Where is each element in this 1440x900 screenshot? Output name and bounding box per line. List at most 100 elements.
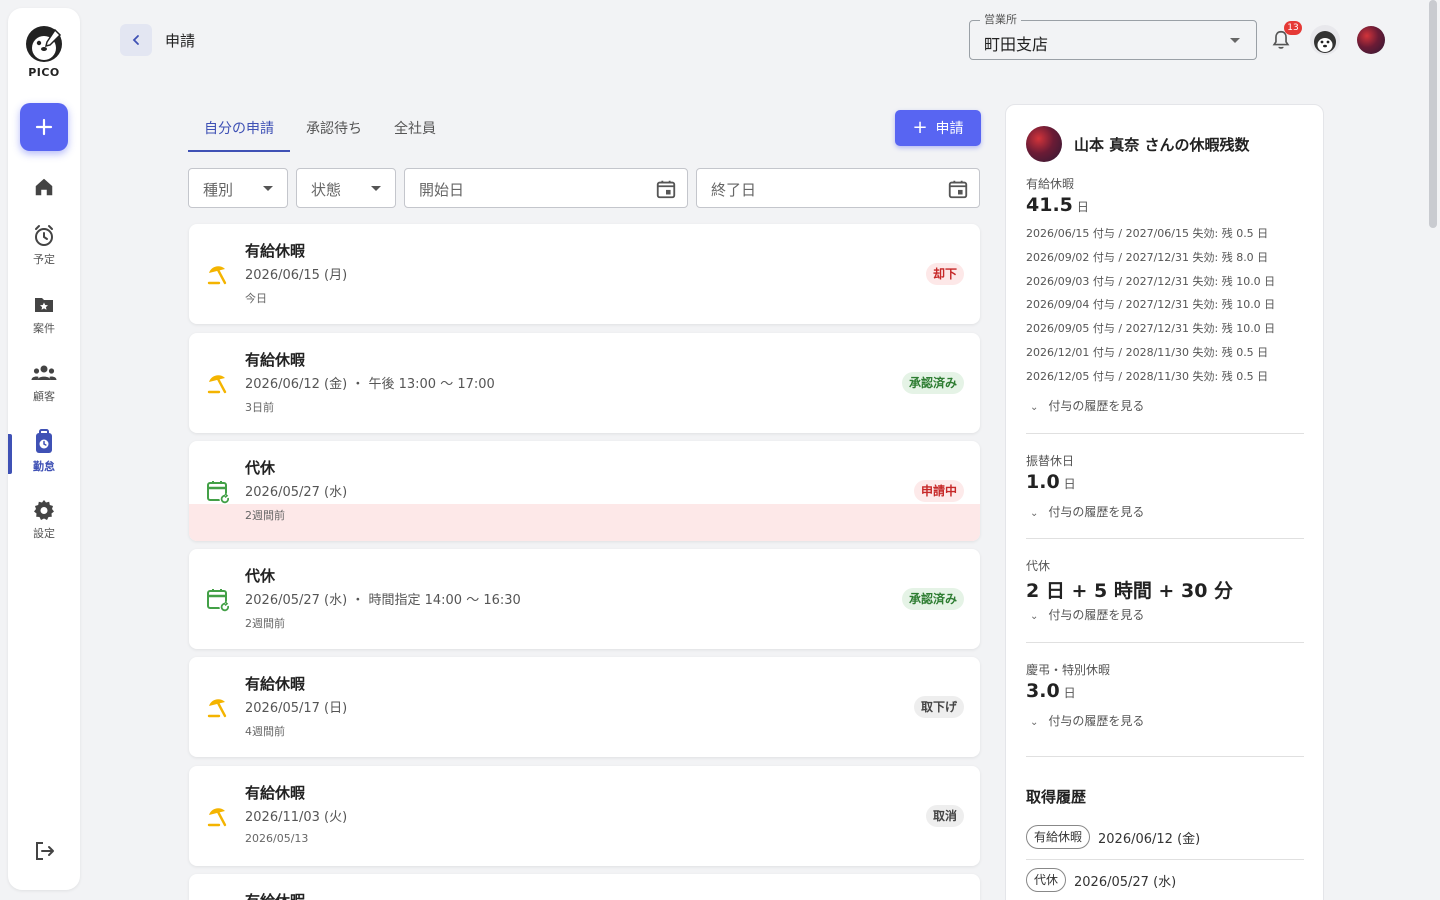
chevron-down-icon: ⌄ xyxy=(1030,611,1039,622)
request-relative-time: 4週間前 xyxy=(245,725,285,738)
page-scrollbar[interactable] xyxy=(1426,0,1440,900)
sidebar-item-schedule[interactable]: 予定 xyxy=(8,224,80,267)
request-card[interactable]: 有給休暇 2026/11/03 (火) 2026/05/13 取消 xyxy=(189,766,980,866)
request-date: 2026/11/03 (火) xyxy=(245,810,348,825)
calendar-icon[interactable] xyxy=(947,178,969,200)
caret-down-icon xyxy=(1230,38,1240,43)
sidebar-item-customers[interactable]: 顧客 xyxy=(8,361,80,404)
request-card[interactable]: 有給休暇 2026/06/15 (月) 今日 却下 xyxy=(189,224,980,324)
acquisition-row[interactable]: 有給休暇 2026/06/12 (金) xyxy=(1026,825,1200,849)
calendar-icon[interactable] xyxy=(655,178,677,200)
substitute-grant-history-link[interactable]: ⌄ 付与の履歴を見る xyxy=(1030,503,1144,520)
sidebar-item-attendance[interactable]: 勤怠 xyxy=(8,429,80,474)
comp-leave-value: 2 日 + 5 時間 + 30 分 xyxy=(1026,580,1234,602)
request-relative-time: 3日前 xyxy=(245,401,274,414)
substitute-holiday-value: 1.0 日 xyxy=(1026,471,1076,493)
request-type: 有給休暇 xyxy=(245,351,306,369)
comp-grant-history-link[interactable]: ⌄ 付与の履歴を見る xyxy=(1030,606,1144,623)
request-date: 2026/05/27 (水) xyxy=(245,485,348,500)
app-logo[interactable]: PICO xyxy=(8,24,80,79)
divider xyxy=(1026,433,1304,434)
employee-avatar xyxy=(1026,126,1062,162)
sidebar-item-label: 予定 xyxy=(33,253,55,266)
office-select-label: 営業所 xyxy=(980,13,1021,27)
caret-down-icon xyxy=(263,186,273,191)
grant-line: 2026/09/05 付与 / 2027/12/31 失効: 残 10.0 日 xyxy=(1026,322,1276,335)
add-button[interactable] xyxy=(20,103,68,151)
office-select-value: 町田支店 xyxy=(984,35,1049,54)
request-card[interactable]: 有給休暇 2026/06/12 (金) ・ 午後 13:00 〜 17:00 3… xyxy=(189,333,980,433)
beach-umbrella-icon xyxy=(207,808,227,827)
status-badge: 承認済み xyxy=(901,588,964,610)
request-date: 2026/06/12 (金) ・ 午後 13:00 〜 17:00 xyxy=(245,377,495,392)
request-type: 有給休暇 xyxy=(245,890,305,900)
penguin-logo-icon xyxy=(26,26,62,62)
request-card[interactable]: 代休 2026/05/27 (水) 2週間前 申請中 xyxy=(189,441,980,541)
request-relative-time: 2週間前 xyxy=(245,509,285,522)
user-avatar[interactable] xyxy=(1357,26,1385,54)
leave-balance-panel: 山本 真奈 さんの休暇残数 有給休暇 41.5 日 2026/06/15 付与 /… xyxy=(1005,104,1324,900)
acquisition-row[interactable]: 代休 2026/05/27 (水) xyxy=(1026,868,1176,892)
start-date-input[interactable]: 開始日 xyxy=(404,168,688,208)
status-filter-select[interactable]: 状態 xyxy=(296,168,396,208)
logout-icon xyxy=(36,842,54,860)
tab-awaiting-approval[interactable]: 承認待ち xyxy=(290,110,378,152)
pending-highlight xyxy=(189,504,980,541)
logout-button[interactable] xyxy=(32,839,56,867)
plus-icon: + xyxy=(912,117,928,138)
tab-all-employees[interactable]: 全社員 xyxy=(378,110,452,152)
tab-my-requests[interactable]: 自分の申請 xyxy=(188,110,290,152)
request-card[interactable]: 有給休暇 xyxy=(189,874,980,900)
app-name: PICO xyxy=(28,66,60,79)
request-date: 2026/06/15 (月) xyxy=(245,268,348,283)
chevron-down-icon: ⌄ xyxy=(1030,508,1039,519)
divider xyxy=(1026,538,1304,539)
paid-grant-history-link[interactable]: ⌄ 付与の履歴を見る xyxy=(1030,397,1144,414)
status-filter-placeholder: 状態 xyxy=(311,181,342,199)
new-request-button[interactable]: + 申請 xyxy=(895,110,981,146)
request-relative-time: 2026/05/13 xyxy=(245,832,309,845)
special-grant-history-link[interactable]: ⌄ 付与の履歴を見る xyxy=(1030,712,1144,729)
request-date: 2026/05/27 (水) ・ 時間指定 14:00 〜 16:30 xyxy=(245,593,521,608)
request-date: 2026/05/17 (日) xyxy=(245,701,348,716)
alarm-clock-icon xyxy=(35,225,53,246)
sidebar-item-label: 勤怠 xyxy=(33,460,55,473)
mascot-avatar[interactable] xyxy=(1310,25,1340,55)
chevron-left-icon xyxy=(132,35,139,45)
sidebar-item-settings[interactable]: 設定 xyxy=(8,498,80,541)
acquisition-date: 2026/05/27 (水) xyxy=(1074,874,1177,890)
sidebar-item-home[interactable] xyxy=(8,176,80,198)
request-type: 代休 xyxy=(245,459,276,477)
end-date-input[interactable]: 終了日 xyxy=(696,168,980,208)
request-card[interactable]: 有給休暇 2026/05/17 (日) 4週間前 取下げ xyxy=(189,657,980,757)
sidebar: PICO 予定 案件 顧客 勤怠 設定 xyxy=(8,8,80,890)
status-badge: 取消 xyxy=(925,805,964,827)
request-type: 有給休暇 xyxy=(245,784,306,802)
calendar-refresh-icon xyxy=(207,481,231,505)
type-filter-select[interactable]: 種別 xyxy=(188,168,288,208)
request-type: 有給休暇 xyxy=(245,675,306,693)
chevron-down-icon: ⌄ xyxy=(1030,717,1039,728)
balance-title: 山本 真奈 さんの休暇残数 xyxy=(1074,136,1250,154)
paid-leave-value: 41.5 日 xyxy=(1026,194,1089,216)
sidebar-item-label: 案件 xyxy=(33,322,55,335)
request-card[interactable]: 代休 2026/05/27 (水) ・ 時間指定 14:00 〜 16:30 2… xyxy=(189,549,980,649)
grant-line: 2026/06/15 付与 / 2027/06/15 失効: 残 0.5 日 xyxy=(1026,227,1269,240)
grant-line: 2026/12/01 付与 / 2028/11/30 失効: 残 0.5 日 xyxy=(1026,346,1269,359)
back-button[interactable] xyxy=(120,24,152,56)
status-badge: 却下 xyxy=(925,263,964,285)
grant-line: 2026/12/05 付与 / 2028/11/30 失効: 残 0.5 日 xyxy=(1026,370,1269,383)
divider xyxy=(1026,859,1304,860)
calendar-refresh-icon xyxy=(207,589,231,613)
start-date-placeholder: 開始日 xyxy=(419,181,465,199)
sidebar-item-projects[interactable]: 案件 xyxy=(8,293,80,336)
new-request-label: 申請 xyxy=(935,121,964,137)
leave-type-chip: 有給休暇 xyxy=(1026,825,1091,849)
end-date-placeholder: 終了日 xyxy=(711,181,757,199)
scrollbar-thumb[interactable] xyxy=(1429,0,1437,228)
home-icon xyxy=(35,178,53,196)
grant-line: 2026/09/02 付与 / 2027/12/31 失効: 残 8.0 日 xyxy=(1026,251,1269,264)
acquisition-history-title: 取得履歴 xyxy=(1026,788,1087,806)
office-select[interactable]: 営業所 町田支店 xyxy=(969,13,1257,60)
divider xyxy=(1026,642,1304,643)
